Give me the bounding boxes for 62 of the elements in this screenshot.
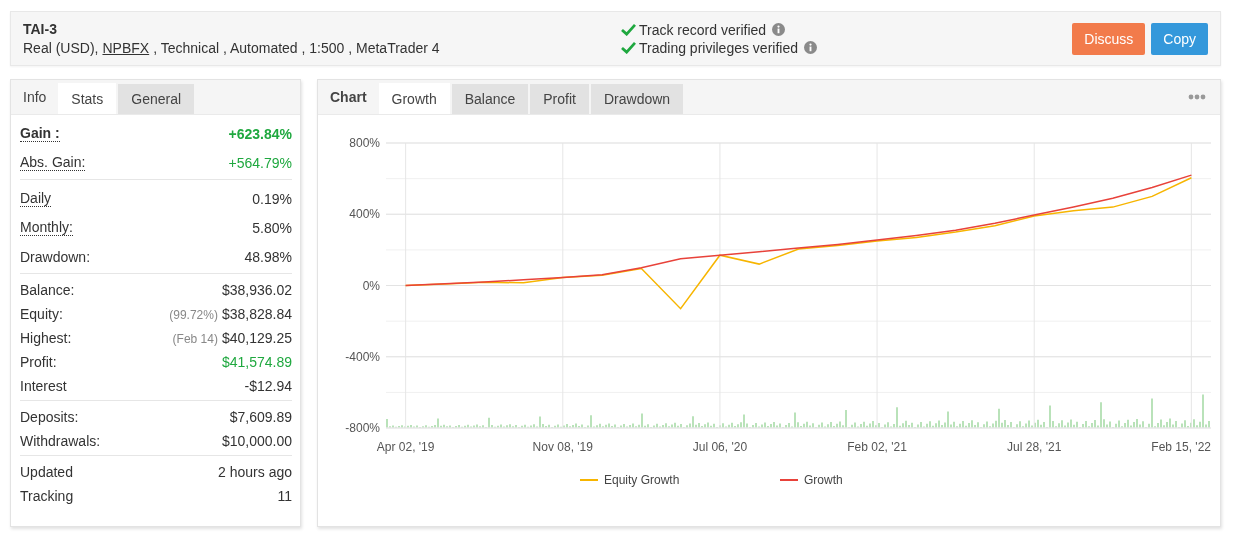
more-icon[interactable] — [1188, 94, 1206, 100]
x-axis-label: Feb 15, '22 — [1151, 440, 1211, 454]
verification-label: Trading privileges verified — [639, 39, 798, 56]
x-axis-label: Nov 08, '19 — [532, 440, 593, 454]
account-title: TAI-3 — [23, 21, 58, 37]
stat-label: Drawdown: — [20, 248, 91, 265]
stat-value: $38,936.02 — [221, 282, 292, 298]
y-axis-label: 0% — [362, 278, 380, 293]
stat-value: 0.19% — [252, 190, 292, 207]
legend-item[interactable]: Equity Growth — [579, 473, 680, 487]
legend-item[interactable]: Growth — [779, 473, 843, 487]
stat-value: -$12.94 — [244, 378, 292, 394]
tab[interactable]: Balance — [451, 84, 529, 114]
panel-title: Info — [22, 89, 48, 107]
stat-value: 2 hours ago — [218, 464, 292, 480]
stat-value: $40,129.25 — [221, 330, 292, 346]
tab[interactable]: Growth — [378, 83, 450, 114]
account-details: , Technical , Automated , 1:500 , MetaTrader 4 — [153, 40, 440, 56]
verification-label: Track record verified — [639, 21, 767, 38]
legend-label: Equity Growth — [604, 473, 680, 487]
stat-label: Monthly: — [20, 219, 73, 236]
stat-note: (Feb 14) — [172, 332, 218, 346]
stat-label: Profit: — [20, 354, 57, 370]
stat-label: Tracking — [20, 488, 74, 504]
account-details: Real (USD), — [23, 40, 99, 56]
stat-value: 5.80% — [252, 219, 292, 236]
stat-label: Withdrawals: — [20, 433, 101, 449]
y-axis-label: 400% — [349, 207, 380, 222]
x-axis-label: Feb 02, '21 — [847, 440, 907, 454]
info-icon[interactable] — [772, 23, 786, 36]
stat-value: $10,000.00 — [221, 433, 292, 449]
stat-label: Highest: — [20, 330, 72, 346]
broker-link[interactable]: NPBFX — [102, 40, 150, 56]
stat-label: Balance: — [20, 282, 75, 298]
stat-label: Daily — [20, 190, 52, 207]
stat-value: +623.84% — [228, 125, 292, 142]
panel-title: Chart — [329, 89, 368, 107]
tab[interactable]: Profit — [530, 84, 589, 114]
stat-value: $38,828.84 — [221, 306, 292, 322]
stat-value: 11 — [277, 488, 292, 504]
stat-label: Deposits: — [20, 409, 79, 425]
legend-label: Growth — [804, 473, 843, 487]
tab[interactable]: General — [118, 84, 195, 114]
stat-note: (99.72%) — [169, 308, 218, 322]
stat-value: +564.79% — [228, 154, 292, 171]
y-axis-label: -800% — [345, 421, 380, 435]
stat-value: 48.98% — [244, 248, 292, 265]
x-axis-label: Jul 28, '21 — [1007, 440, 1062, 454]
x-axis-label: Apr 02, '19 — [376, 440, 435, 454]
info-icon[interactable] — [804, 41, 817, 54]
stat-value: $41,574.89 — [221, 354, 292, 370]
tab[interactable]: Stats — [58, 83, 117, 114]
stat-label: Abs. Gain: — [20, 154, 86, 171]
stat-value: $7,609.89 — [229, 409, 292, 425]
tab[interactable]: Drawdown — [590, 84, 684, 114]
y-axis-label: 800% — [349, 136, 380, 150]
stat-label: Gain : — [20, 125, 60, 142]
stat-label: Updated — [20, 464, 73, 480]
x-axis-label: Jul 06, '20 — [692, 440, 748, 454]
stat-label: Interest — [20, 378, 67, 394]
y-axis-label: -400% — [345, 349, 380, 364]
stat-label: Equity: — [20, 306, 63, 322]
